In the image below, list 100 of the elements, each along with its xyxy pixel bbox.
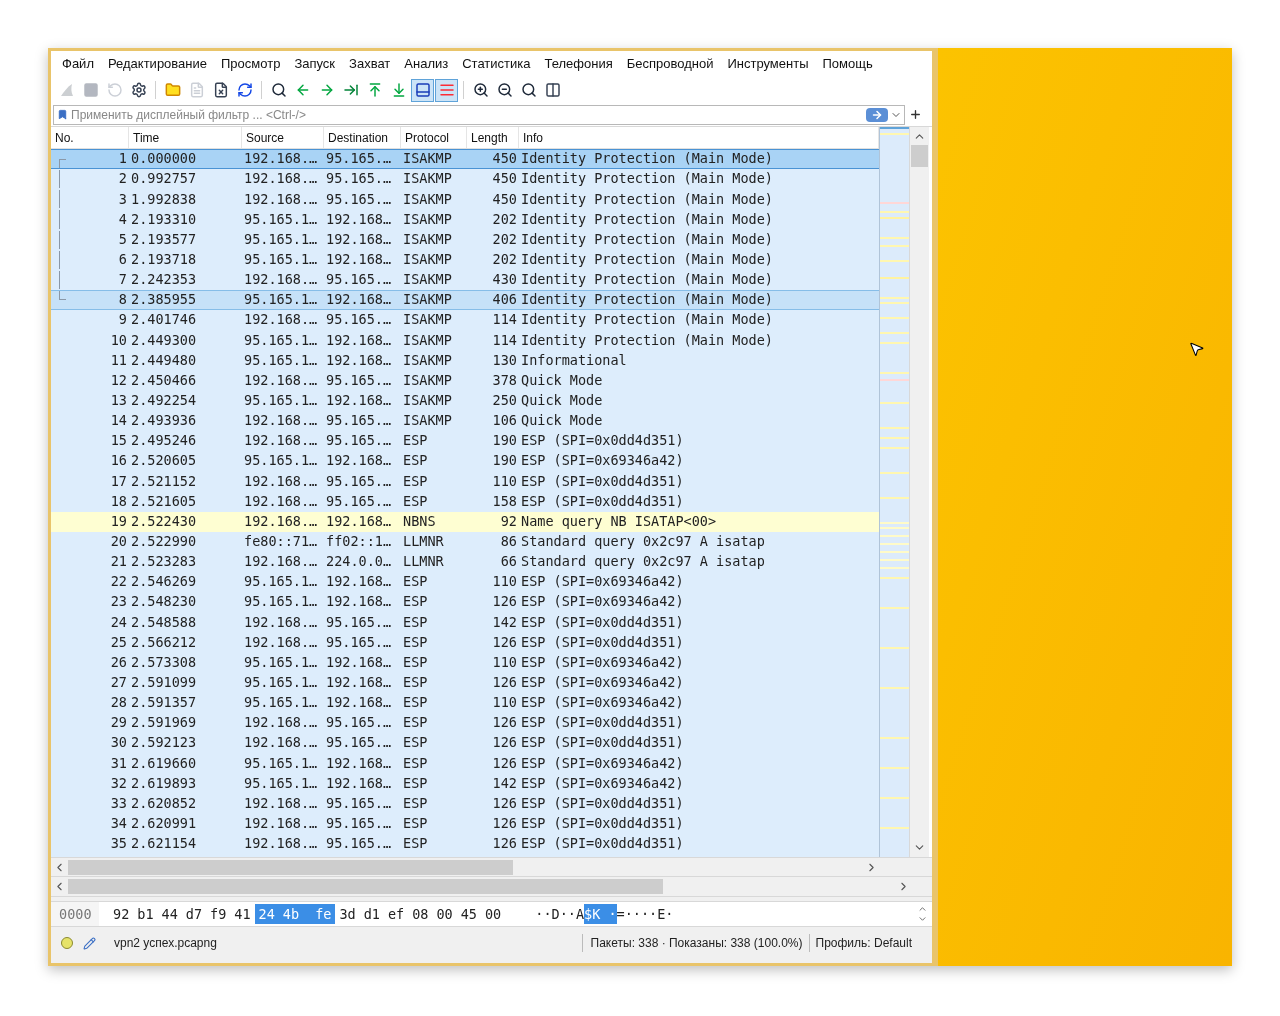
packet-row[interactable]: 1 0.000000 192.168.… 95.165.… ISAKMP 450 Identity Protection (Main Mode) — [51, 149, 879, 170]
table-cell: Name query NB ISATAP<00> — [521, 514, 717, 529]
menu-item[interactable]: Анализ — [397, 54, 456, 74]
table-cell: 2.493936 — [131, 414, 197, 428]
ascii-text[interactable]: ··D··A — [535, 903, 585, 925]
menu-item[interactable]: Редактирование — [100, 54, 214, 74]
column-header[interactable]: Info — [523, 128, 543, 147]
hex-byte[interactable]: ef — [383, 903, 409, 925]
column-header[interactable]: Length — [471, 128, 508, 147]
column-header[interactable]: Protocol — [405, 128, 450, 147]
hex-byte[interactable]: d7 — [181, 903, 207, 925]
table-cell: fe80::71… — [244, 535, 318, 549]
apply-filter-button[interactable] — [866, 107, 888, 122]
table-cell: 95.165.… — [326, 373, 392, 388]
table-cell: 192.168.… — [244, 736, 318, 750]
column-header[interactable]: Source — [246, 128, 285, 147]
table-cell: ESP (SPI=0x0dd4d351) — [521, 635, 684, 650]
table-cell: 406 — [492, 293, 517, 307]
table-cell: 2.592123 — [131, 736, 197, 750]
table-cell: ESP — [403, 716, 428, 730]
menu-item[interactable]: Беспроводной — [619, 54, 721, 74]
hex-byte[interactable]: b1 — [133, 903, 158, 925]
status-indicator-icon[interactable] — [61, 937, 73, 949]
table-cell: 2.620991 — [131, 816, 197, 831]
table-cell: 192.168.… — [244, 514, 318, 529]
table-cell: 114 — [492, 313, 517, 327]
table-cell: 2.492254 — [131, 394, 197, 408]
table-cell: ESP — [403, 575, 428, 589]
hex-byte[interactable]: 41 — [230, 903, 255, 925]
table-cell: 31 — [110, 756, 127, 771]
horizontal-scrollbar[interactable] — [51, 877, 932, 897]
table-cell: 126 — [492, 716, 517, 730]
table-cell: 2.193310 — [131, 212, 197, 227]
fin-icon — [58, 82, 75, 98]
table-cell: 33 — [110, 796, 127, 811]
hex-byte[interactable]: 3d — [335, 903, 360, 925]
hex-byte[interactable]: 00 — [432, 903, 457, 925]
filter-field[interactable]: Применить дисплейный фильтр ... <Ctrl-/> — [53, 104, 905, 125]
hex-byte[interactable]: 92 — [109, 903, 134, 925]
table-cell: 192.168.… — [244, 434, 318, 448]
table-cell: Identity Protection (Main Mode) — [521, 172, 773, 186]
hex-offset: 0000 — [51, 902, 99, 926]
column-header[interactable]: Destination — [328, 128, 389, 147]
table-cell: 126 — [492, 796, 517, 811]
menu-item[interactable]: Запуск — [287, 54, 343, 74]
table-cell: 2.522430 — [131, 514, 197, 529]
profile-label[interactable]: Профиль: Default — [815, 934, 912, 952]
menu-item[interactable]: Статистика — [455, 54, 538, 74]
vertical-scrollbar[interactable] — [909, 127, 929, 857]
table-cell: 192.168.… — [244, 192, 318, 207]
hex-byte[interactable]: 08 — [408, 903, 433, 925]
table-cell: 430 — [492, 273, 517, 287]
table-cell: 95.165.… — [326, 313, 392, 327]
menu-item[interactable]: Просмотр — [214, 54, 288, 74]
table-cell: 2.591357 — [131, 696, 197, 710]
toolbar-button[interactable] — [411, 78, 434, 102]
table-cell: 95.165.1… — [244, 253, 318, 267]
lines-icon — [438, 82, 455, 98]
hex-byte[interactable]: 45 — [456, 903, 481, 925]
table-cell: 95.165.… — [326, 615, 392, 630]
packet-row[interactable]: 8 2.385955 95.165.1… 192.168… ISAKMP 406 Identity Protection (Main Mode) — [51, 290, 879, 311]
menu-item[interactable]: Помощь — [815, 54, 880, 74]
column-header[interactable]: No. — [55, 128, 74, 147]
table-cell: 192.168.… — [244, 172, 318, 186]
table-cell: 126 — [492, 816, 517, 831]
hex-byte[interactable]: f9 — [206, 903, 231, 925]
table-cell: Identity Protection (Main Mode) — [521, 212, 773, 227]
table-cell: ISAKMP — [403, 414, 452, 428]
table-cell: Quick Mode — [521, 394, 603, 408]
edit-icon[interactable] — [83, 936, 96, 950]
table-cell: 20 — [110, 535, 127, 549]
horizontal-scrollbar[interactable] — [51, 857, 932, 877]
table-cell: 192.168.… — [244, 635, 318, 650]
table-cell: 11 — [110, 353, 127, 368]
hex-byte[interactable]: 00 — [481, 903, 506, 925]
menu-item[interactable]: Телефония — [537, 54, 620, 74]
table-cell: 2.521605 — [131, 494, 197, 509]
scrollbar-thumb[interactable] — [68, 859, 514, 875]
menu-item[interactable]: Файл — [55, 54, 101, 74]
table-cell: 126 — [492, 635, 517, 650]
scrollbar-thumb[interactable] — [911, 145, 928, 167]
table-cell: 110 — [492, 655, 517, 670]
ascii-text[interactable]: =····E· — [616, 903, 674, 925]
table-cell: 95.165.1… — [244, 696, 318, 710]
table-cell: ESP — [403, 635, 428, 650]
table-cell: 23 — [110, 595, 127, 609]
menu-item[interactable]: Инструменты — [720, 54, 816, 74]
hex-byte[interactable]: d1 — [359, 903, 384, 925]
table-cell: 95.165.… — [326, 152, 392, 166]
table-cell: Standard query 0x2c97 A isatap — [521, 535, 765, 549]
table-cell: 110 — [492, 696, 517, 710]
hex-byte[interactable]: 44 — [157, 903, 182, 925]
column-header[interactable]: Time — [133, 128, 160, 147]
menu-item[interactable]: Захват — [342, 54, 398, 74]
table-cell: ESP — [403, 655, 428, 670]
table-cell: Informational — [521, 353, 627, 368]
add-button-icon[interactable] — [909, 108, 922, 121]
packet-row[interactable]: 19 2.522430 192.168.… 192.168… NBNS 92 Name query NB ISATAP<00> — [51, 511, 879, 532]
columns-icon — [544, 82, 561, 98]
scrollbar-thumb[interactable] — [68, 879, 664, 894]
